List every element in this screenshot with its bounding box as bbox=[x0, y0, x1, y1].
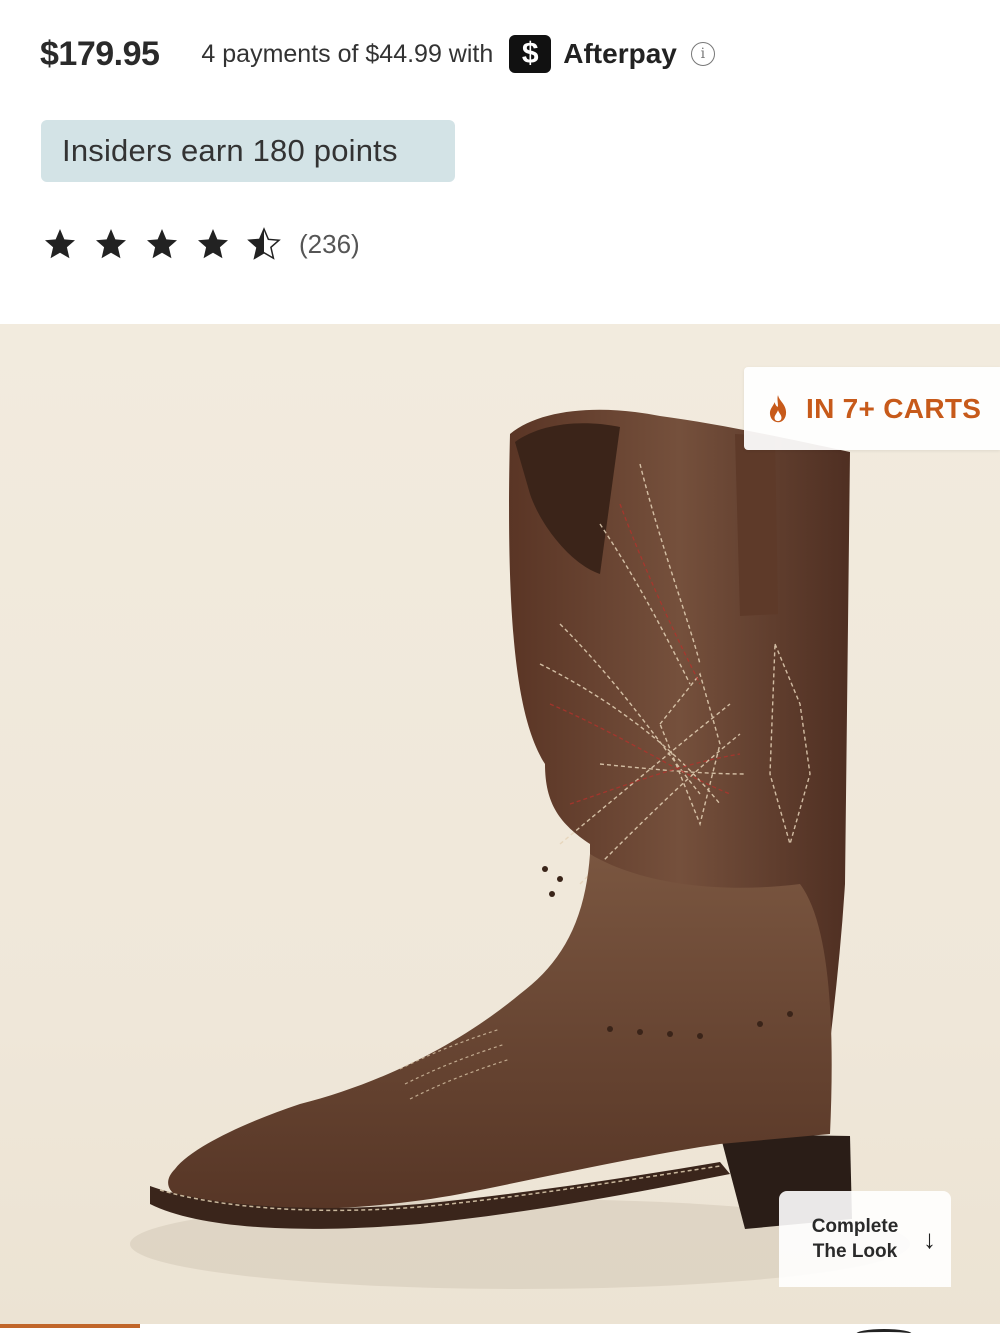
insiders-points-text: Insiders earn 180 points bbox=[62, 133, 398, 168]
price: $179.95 bbox=[40, 34, 160, 73]
arrow-down-icon: ↓ bbox=[923, 1223, 936, 1254]
product-detail-page: $179.95 4 payments of $44.99 with $ Afte… bbox=[0, 0, 1000, 1333]
gallery-progress-fill bbox=[0, 1324, 140, 1328]
insiders-points-badge: Insiders earn 180 points bbox=[41, 120, 455, 182]
price-row: $179.95 4 payments of $44.99 with $ Afte… bbox=[40, 30, 715, 78]
star-full-icon bbox=[96, 229, 126, 259]
star-full-icon bbox=[147, 229, 177, 259]
in-carts-badge: IN 7+ CARTS bbox=[744, 367, 1000, 450]
afterpay-label: Afterpay bbox=[563, 38, 677, 69]
flame-icon bbox=[769, 394, 787, 422]
next-element-peek bbox=[856, 1329, 912, 1333]
star-full-icon bbox=[198, 229, 228, 259]
info-icon[interactable]: i bbox=[690, 42, 715, 66]
complete-the-look-label: Complete The Look bbox=[811, 1216, 899, 1262]
complete-the-look-button[interactable]: Complete The Look ↓ bbox=[779, 1191, 951, 1287]
rating[interactable]: (236) bbox=[42, 220, 360, 268]
star-half-icon bbox=[247, 227, 281, 260]
afterpay-logo-icon: $ bbox=[509, 35, 552, 73]
afterpay-installments-text: 4 payments of $44.99 with bbox=[201, 39, 494, 68]
boot-image bbox=[130, 409, 910, 1289]
in-carts-text: IN 7+ CARTS bbox=[806, 392, 982, 424]
star-full-icon bbox=[45, 229, 75, 259]
product-image[interactable]: IN 7+ CARTS Complete The Look ↓ bbox=[0, 324, 1000, 1324]
review-count[interactable]: (236) bbox=[299, 229, 360, 260]
gallery-progress-bar bbox=[0, 1324, 1000, 1333]
